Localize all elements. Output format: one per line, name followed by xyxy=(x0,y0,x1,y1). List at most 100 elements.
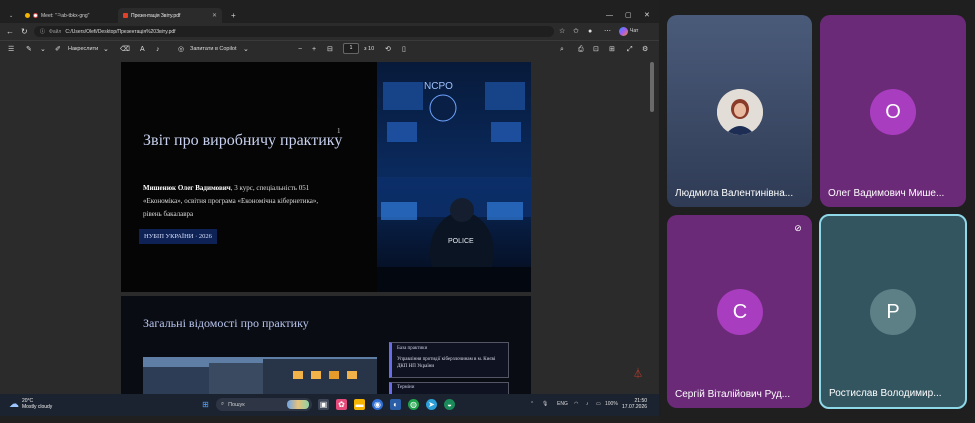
chevron-down-icon[interactable]: ⌄ xyxy=(243,44,249,55)
search-icon: ⌕ xyxy=(221,401,225,407)
participant-tile-oleh[interactable]: О Олег Вадимович Мише... xyxy=(820,15,966,207)
chevron-up-icon[interactable]: ⌃ xyxy=(530,398,534,411)
system-clock[interactable]: 21:50 17.07.2026 xyxy=(622,398,647,410)
fullscreen-icon[interactable]: ⤢ xyxy=(627,44,633,55)
highlight-icon[interactable]: ✎ xyxy=(26,44,32,55)
page-number-input[interactable]: 1 xyxy=(343,43,359,54)
zoom-out-icon[interactable]: − xyxy=(298,44,302,55)
contents-icon[interactable]: ☰ xyxy=(8,44,14,55)
chat-label: Чат xyxy=(630,28,639,34)
university-badge: НУБІП УКРАЇНИ · 2026 xyxy=(139,229,217,244)
shared-screen: ⌄ Meet: "ㅋab-tbkx-gng" Презентація Звіту… xyxy=(0,0,659,423)
slide-2: Загальні відомості про практику База пра… xyxy=(121,296,531,406)
battery-icon[interactable]: ▭ xyxy=(596,398,601,411)
slide-2-title: Загальні відомості про практику xyxy=(143,316,309,330)
draw-icon[interactable]: ✐ xyxy=(55,44,61,55)
telegram-icon[interactable]: ➤ xyxy=(426,399,437,410)
steam-icon[interactable]: ◐ xyxy=(390,399,401,410)
volume-icon[interactable]: ♪ xyxy=(586,398,589,411)
slide-title: Звіт про виробничу практику xyxy=(143,132,343,149)
save-icon[interactable]: ⊡ xyxy=(593,44,599,55)
search-icon[interactable]: ⌕ xyxy=(560,44,564,55)
widgets-app-icon[interactable]: ✿ xyxy=(336,399,347,410)
weather-widget[interactable]: ☁ 20°C Mostly cloudy xyxy=(9,398,52,410)
tab-meet[interactable]: Meet: "ㅋab-tbkx-gng" xyxy=(20,8,118,23)
minimize-icon[interactable]: — xyxy=(606,8,613,23)
viewer-scrollbar[interactable] xyxy=(650,62,654,112)
cloud-icon: ☁ xyxy=(9,398,19,410)
slide-1: Звіт про виробничу практику 1 Мишенюк Ол… xyxy=(121,62,531,292)
image-text-police: POLICE xyxy=(448,238,474,245)
read-aloud-icon[interactable]: ♪ xyxy=(156,44,160,55)
settings-gear-icon[interactable]: ⚙ xyxy=(642,44,648,55)
favorites-icon[interactable]: ✩ xyxy=(573,26,579,37)
tab-meet-label: Meet: "ㅋab-tbkx-gng" xyxy=(41,13,90,19)
copilot-icon: ◎ xyxy=(178,46,185,53)
back-icon[interactable]: ← xyxy=(6,26,14,37)
star-icon[interactable]: ☆ xyxy=(559,26,565,37)
eraser-icon[interactable]: ⌫ xyxy=(120,44,130,55)
avatar: О xyxy=(870,89,916,135)
weather-desc: Mostly cloudy xyxy=(22,404,53,410)
task-view-icon[interactable]: ▣ xyxy=(318,399,329,410)
url-scheme-label: Файл xyxy=(49,28,62,35)
folder-icon xyxy=(25,13,30,18)
acrobat-icon[interactable]: ⏃ xyxy=(632,369,644,381)
edge-icon[interactable]: ◒ xyxy=(444,399,455,410)
file-explorer-icon[interactable]: ▬ xyxy=(354,399,365,410)
building-photo xyxy=(143,357,377,397)
participant-tile-rostyslav[interactable]: Р Ростислав Володимир... xyxy=(819,214,967,409)
fit-page-icon[interactable]: ⊟ xyxy=(327,44,333,55)
page-total: з 10 xyxy=(364,46,375,52)
author-name: Мишенюк Олег Вадимович xyxy=(143,184,231,192)
wifi-icon[interactable]: ◠ xyxy=(574,398,578,411)
close-icon[interactable]: ✕ xyxy=(212,12,217,19)
copilot-chat-button[interactable]: Чат xyxy=(619,26,638,37)
refresh-icon[interactable]: ↻ xyxy=(21,26,28,37)
avatar xyxy=(717,89,763,135)
search-highlight-icon xyxy=(287,400,309,409)
mic-icon[interactable]: 🎙 xyxy=(542,398,548,411)
close-window-icon[interactable]: ✕ xyxy=(644,8,650,23)
search-placeholder: Пошук xyxy=(228,401,245,408)
text-icon[interactable]: A xyxy=(140,44,145,55)
tab-pdf[interactable]: Презентація Звіту.pdf ✕ xyxy=(118,8,222,23)
card-2-key: Терміни xyxy=(397,385,415,390)
cyber-police-image: NCPO POLICE xyxy=(377,62,531,292)
language-indicator[interactable]: ENG xyxy=(557,398,568,411)
chevron-down-icon[interactable]: ⌄ xyxy=(40,44,46,55)
screen-root: ⌄ Meet: "ㅋab-tbkx-gng" Презентація Звіту… xyxy=(0,0,975,423)
print-icon[interactable]: ⎙ xyxy=(578,44,584,55)
participant-tile-serhii[interactable]: С ⊘ Сергій Віталійович Руд... xyxy=(667,215,812,408)
start-menu-icon[interactable]: ⊞ xyxy=(200,399,211,410)
messenger-icon[interactable]: ◉ xyxy=(372,399,383,410)
details-line-3: рівень бакалавра xyxy=(143,210,194,218)
info-icon: ⓘ xyxy=(40,29,46,35)
chrome-icon[interactable]: ◍ xyxy=(408,399,419,410)
ask-copilot-button[interactable]: Запитати в Copilot xyxy=(190,44,237,55)
tab-actions-button[interactable]: ⌄ xyxy=(4,8,18,23)
page-view-icon[interactable]: ▯ xyxy=(402,44,406,55)
new-tab-button[interactable]: + xyxy=(226,8,238,23)
url-field[interactable]: ⓘ Файл C:/Users/Olefi/Desktop/Презентаці… xyxy=(34,26,554,37)
image-text-top: NCPO xyxy=(424,81,453,92)
rotate-icon[interactable]: ⟲ xyxy=(385,44,391,55)
copilot-icon xyxy=(619,27,628,36)
participant-tile-ludmyla[interactable]: Людмила Валентинівна... xyxy=(667,15,812,207)
chevron-down-icon[interactable]: ⌄ xyxy=(103,44,109,55)
participant-name: Людмила Валентинівна... xyxy=(675,188,794,199)
save-as-icon[interactable]: ⊞ xyxy=(609,44,615,55)
maximize-icon[interactable]: ▢ xyxy=(625,8,632,23)
more-icon[interactable]: ⋯ xyxy=(604,26,611,37)
avatar: Р xyxy=(870,289,916,335)
zoom-in-icon[interactable]: + xyxy=(312,44,316,55)
participant-name: Сергій Віталійович Руд... xyxy=(675,389,791,400)
details-line-1: , 3 курс, спеціальність 051 xyxy=(230,184,310,192)
details-line-2: «Економіка», освітня програма «Економічн… xyxy=(143,197,319,205)
slide-author-details: Мишенюк Олег Вадимович, 3 курс, спеціаль… xyxy=(143,182,363,221)
profile-icon[interactable]: ● xyxy=(588,26,592,37)
url-text: C:/Users/Olefi/Desktop/Презентація%20Зві… xyxy=(65,28,176,35)
draw-button[interactable]: Накреслити xyxy=(68,44,98,55)
avatar: С xyxy=(717,289,763,335)
taskbar-search[interactable]: ⌕ Пошук xyxy=(216,398,312,411)
